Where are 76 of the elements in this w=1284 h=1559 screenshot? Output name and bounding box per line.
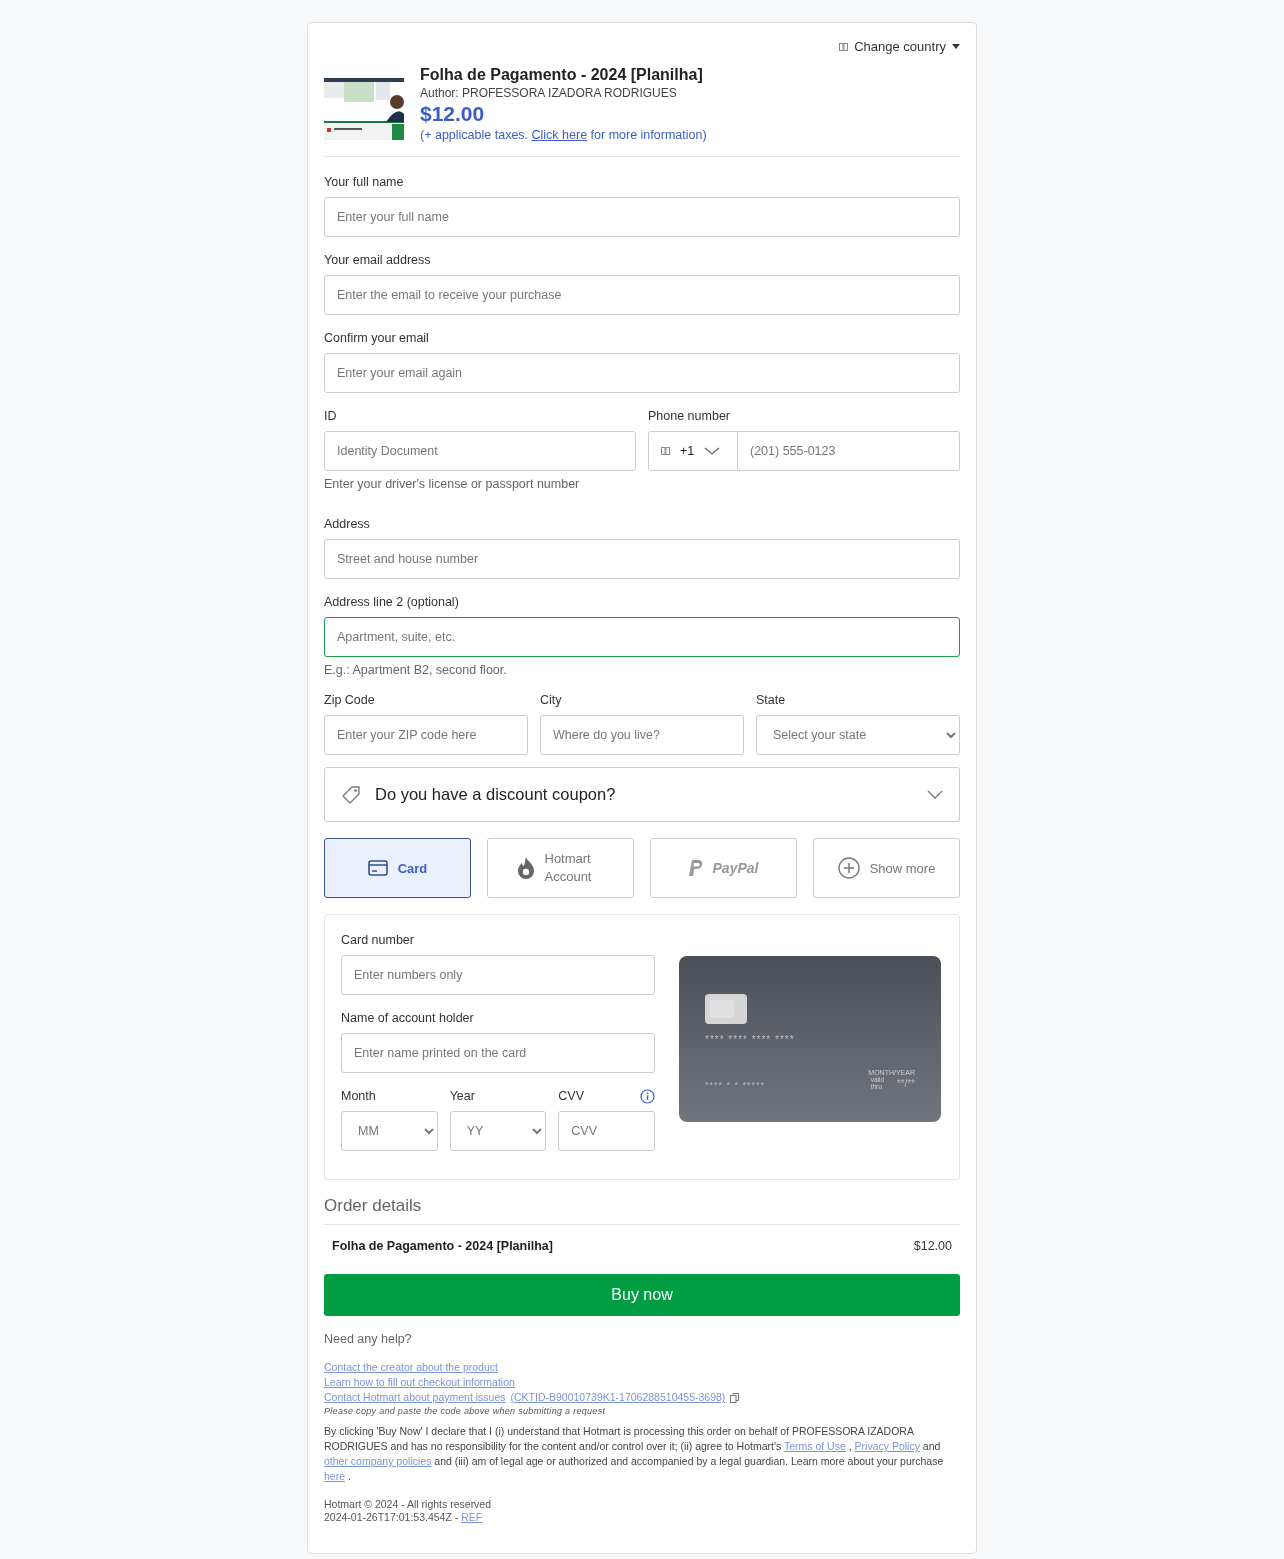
select-field[interactable]: Select your state bbox=[756, 715, 960, 755]
field-label: ID bbox=[324, 409, 338, 423]
paypal-icon bbox=[688, 860, 703, 876]
field-hint: E.g.: Apartment B2, second floor. bbox=[324, 663, 508, 677]
card-number-field[interactable]: Enter numbers only bbox=[341, 955, 655, 995]
payment-method-tab[interactable]: Card bbox=[324, 838, 471, 898]
info-icon[interactable] bbox=[640, 1089, 655, 1104]
credit-card-icon bbox=[367, 860, 388, 876]
id-field[interactable]: Identity Document bbox=[324, 431, 636, 471]
address-line-field[interactable]: Apartment, suite, etc. bbox=[324, 617, 960, 657]
policy-link[interactable]: Privacy Policy bbox=[854, 1440, 920, 1452]
field-label: Card number bbox=[341, 933, 415, 947]
policy-link[interactable]: here bbox=[324, 1470, 345, 1482]
taxes-note: (+ applicable taxes. Click here for more information) bbox=[420, 128, 707, 142]
input-field[interactable]: Enter your full name bbox=[324, 197, 960, 237]
order-item-price: $12.00 bbox=[913, 1239, 952, 1253]
policy-link[interactable]: Terms of Use bbox=[783, 1440, 846, 1452]
month-select[interactable]: MM bbox=[341, 1111, 438, 1151]
chevron-icon bbox=[927, 790, 943, 799]
address-field[interactable]: Street and house number bbox=[324, 539, 960, 579]
field-label: Your email address bbox=[324, 253, 432, 267]
help-link[interactable]: Contact Hotmart about payment issues bbox=[324, 1390, 506, 1405]
caret-icon bbox=[952, 44, 960, 49]
phone-field[interactable]: (201) 555-0123 bbox=[738, 431, 960, 471]
field-label: Your full name bbox=[324, 175, 405, 189]
card-number-mask: **** **** **** **** bbox=[705, 1034, 796, 1045]
payment-method-tab[interactable]: Show more bbox=[813, 838, 960, 898]
field-label: Address line 2 (optional) bbox=[324, 595, 460, 609]
field-label: Phone number bbox=[648, 409, 731, 423]
help-link[interactable]: Contact the creator about the product bbox=[324, 1361, 498, 1373]
help-title: Need any help? bbox=[324, 1332, 413, 1346]
input-field[interactable]: Enter your email again bbox=[324, 353, 960, 393]
card-name-mask: **** * * ***** bbox=[705, 1080, 766, 1090]
field-label: Address bbox=[324, 517, 371, 531]
buy-now-button[interactable]: Buy now bbox=[324, 1274, 960, 1316]
plus-circle-icon bbox=[837, 857, 860, 879]
help-link[interactable]: Learn how to fill out checkout information bbox=[324, 1376, 515, 1388]
country-code-select[interactable]: +1 bbox=[648, 431, 738, 471]
input-field[interactable]: Enter the email to receive your purchase bbox=[324, 275, 960, 315]
field-label: Name of account holder bbox=[341, 1011, 475, 1025]
change-country-button[interactable]: Change country bbox=[839, 35, 960, 58]
card-holder-field[interactable]: Enter name printed on the card bbox=[341, 1033, 655, 1073]
expiry-mask: **/** bbox=[896, 1077, 915, 1089]
tag-icon bbox=[341, 784, 361, 805]
ref-link[interactable]: REF bbox=[461, 1511, 483, 1523]
year-select[interactable]: YY bbox=[449, 1111, 547, 1151]
field-label: City bbox=[540, 693, 563, 707]
flame-icon bbox=[516, 856, 535, 880]
product-price: $12.00 bbox=[420, 102, 486, 126]
copyright-text: Hotmart © 2024 - All rights reserved bbox=[324, 1498, 493, 1510]
order-item-name: Folha de Pagamento - 2024 [Planilha] bbox=[332, 1239, 553, 1253]
click-here-link[interactable]: Click here bbox=[531, 128, 588, 142]
field-label: State bbox=[756, 693, 787, 707]
chevron-icon bbox=[704, 447, 721, 455]
product-title: Folha de Pagamento - 2024 [Planilha] bbox=[420, 66, 704, 84]
timestamp: 2024-01-26T17:01:53.454Z - bbox=[324, 1511, 459, 1523]
field-label: Confirm your email bbox=[324, 331, 430, 345]
field-label: Month bbox=[341, 1089, 377, 1103]
order-details-title: Order details bbox=[324, 1196, 960, 1225]
field-hint: Enter your driver's license or passport number bbox=[324, 477, 581, 491]
product-author: Author: PROFESSORA IZADORA RODRIGUES bbox=[420, 86, 678, 100]
legal-text: By clicking 'Buy Now' I declare that I (i) understand that Hotmart is processing this order on behalf of PROFESSORA IZADORA RODRIGUES and has no responsibility for the content and/or control over it; (ii) agree to Hotmart's Terms of Use , Privacy Policy and other company policies and (iii) am of legal age or authorized and accompanied by a legal guardian. Learn more about your purchase here . bbox=[324, 1424, 945, 1484]
copy-note: Please copy and paste the code above when submitting a request bbox=[324, 1406, 607, 1416]
cvv-field[interactable]: CVV bbox=[558, 1111, 655, 1151]
input-field[interactable]: Enter your ZIP code here bbox=[324, 715, 528, 755]
coupon-toggle[interactable]: Do you have a discount coupon? bbox=[324, 767, 960, 822]
field-label: Zip Code bbox=[324, 693, 376, 707]
field-label: CVV bbox=[558, 1089, 585, 1103]
ticket-code-link[interactable]: (CKTID-B90010739K1-1706288510455-3698) bbox=[510, 1390, 726, 1405]
chip-icon bbox=[705, 994, 747, 1024]
policy-link[interactable]: other company policies bbox=[324, 1455, 432, 1467]
payment-method-tab[interactable]: Hotmart Account bbox=[487, 838, 634, 898]
payment-method-tab[interactable]: PayPal bbox=[650, 838, 797, 898]
input-field[interactable]: Where do you live? bbox=[540, 715, 744, 755]
copy-icon[interactable] bbox=[730, 1392, 740, 1403]
field-label: Year bbox=[449, 1089, 476, 1103]
